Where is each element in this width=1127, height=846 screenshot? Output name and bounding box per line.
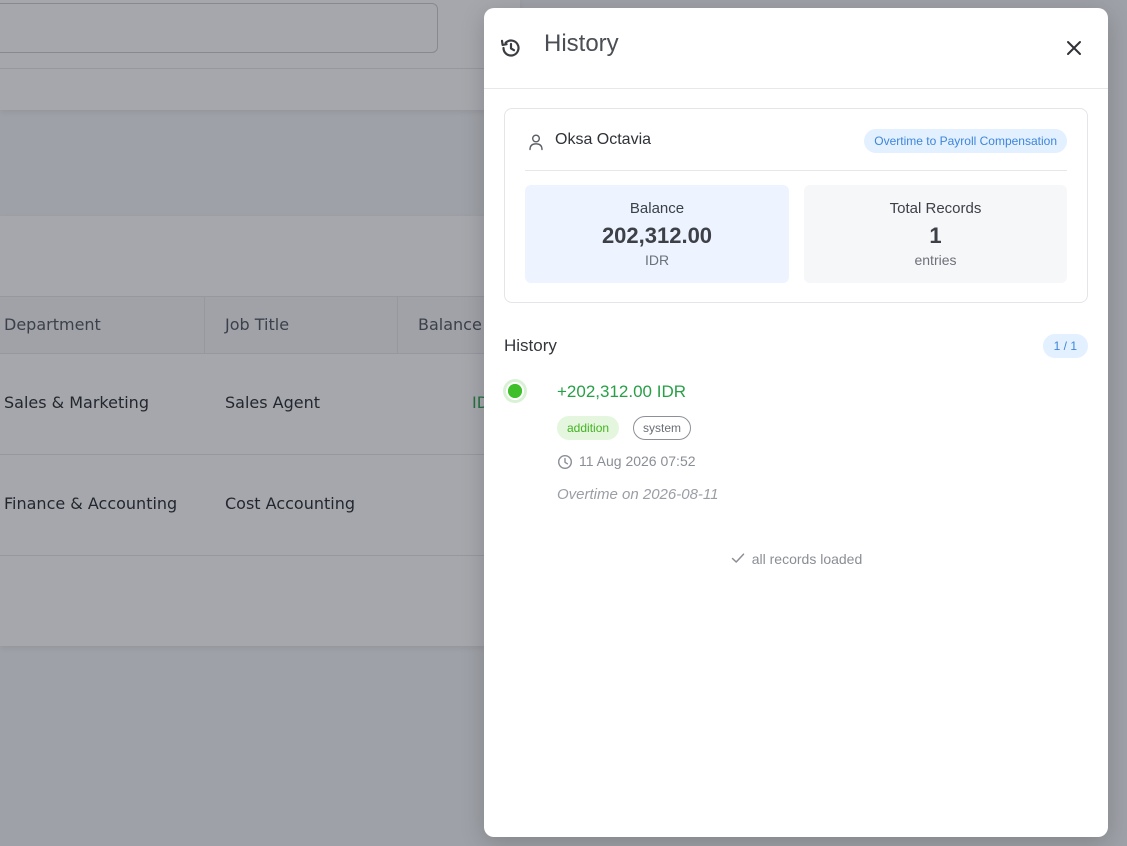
total-records-label: Total Records bbox=[889, 200, 982, 217]
balance-stat: Balance 202,312.00 IDR bbox=[525, 185, 789, 283]
entry-note: Overtime on 2026-08-11 bbox=[557, 486, 719, 503]
history-icon bbox=[500, 39, 520, 57]
employee-summary-card: Oksa Octavia Overtime to Payroll Compens… bbox=[504, 108, 1088, 303]
history-drawer: History Oksa Octavia Overtime to Payroll… bbox=[484, 8, 1108, 837]
entry-timestamp: 11 Aug 2026 07:52 bbox=[579, 453, 696, 469]
history-section-title: History bbox=[504, 336, 557, 355]
total-records-value: 1 bbox=[929, 223, 942, 248]
divider bbox=[525, 170, 1067, 171]
page-indicator-badge: 1 / 1 bbox=[1042, 334, 1088, 358]
balance-unit: IDR bbox=[644, 252, 670, 268]
total-records-unit: entries bbox=[914, 252, 957, 268]
total-records-stat: Total Records 1 entries bbox=[804, 185, 1067, 283]
records-loaded-status: all records loaded bbox=[484, 549, 1108, 568]
records-loaded-text: all records loaded bbox=[751, 551, 863, 567]
check-icon bbox=[731, 553, 744, 563]
drawer-header: History bbox=[484, 8, 1108, 89]
employee-name: Oksa Octavia bbox=[555, 131, 652, 148]
entry-amount: +202,312.00 IDR bbox=[557, 382, 687, 401]
addition-tag: addition bbox=[557, 416, 620, 440]
clock-icon bbox=[557, 454, 573, 470]
system-tag: system bbox=[633, 416, 692, 440]
balance-label: Balance bbox=[629, 200, 685, 217]
timeline-dot bbox=[506, 382, 524, 400]
close-icon[interactable] bbox=[1062, 36, 1086, 60]
compensation-type-badge: Overtime to Payroll Compensation bbox=[864, 129, 1067, 153]
balance-value: 202,312.00 bbox=[601, 223, 713, 248]
user-icon bbox=[529, 134, 543, 151]
drawer-title: History bbox=[544, 30, 619, 57]
